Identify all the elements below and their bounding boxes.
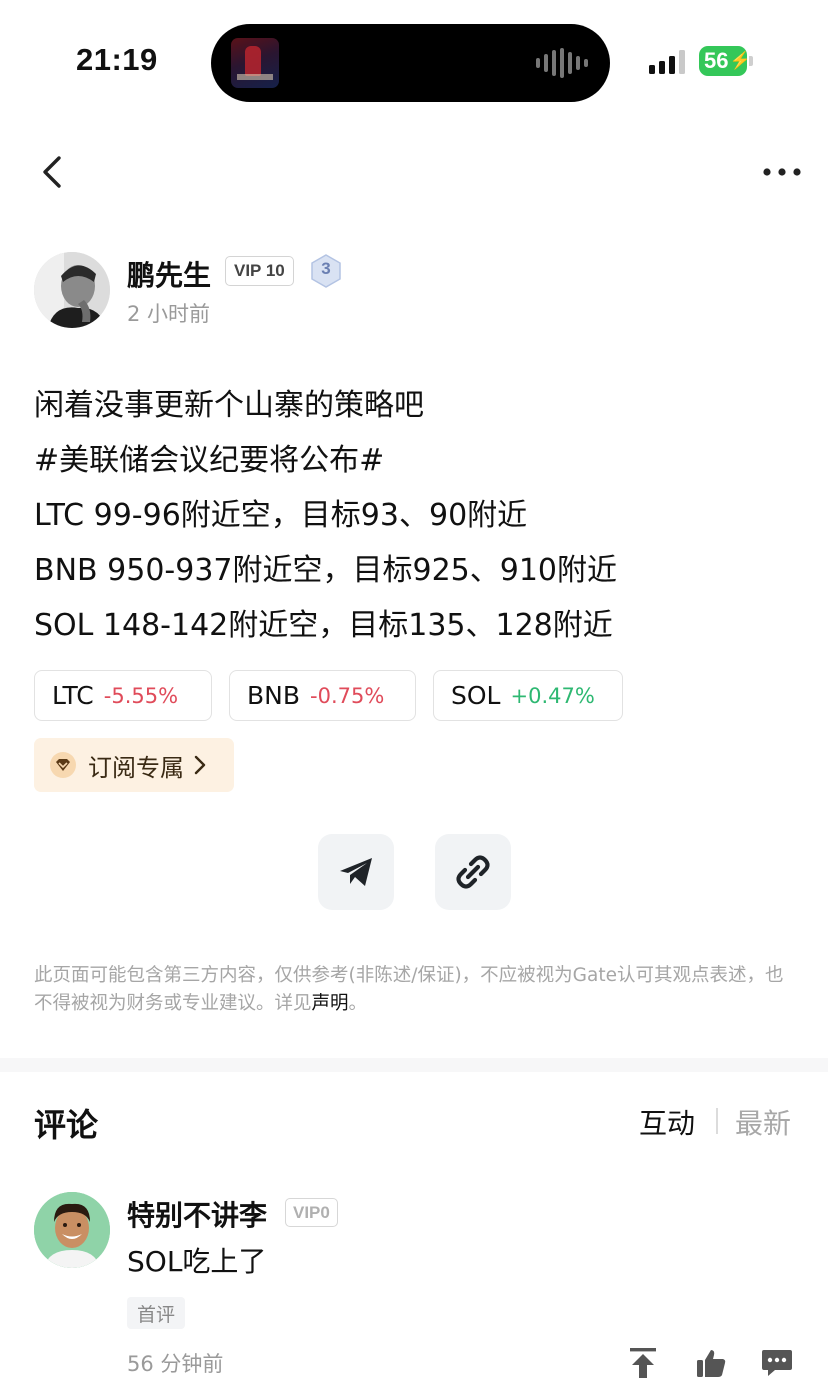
more-button[interactable] xyxy=(760,158,804,186)
share-telegram-button[interactable] xyxy=(318,834,394,910)
sort-divider xyxy=(716,1108,718,1134)
thumbs-up-icon xyxy=(697,1350,726,1377)
subscribe-label: 订阅专属 xyxy=(88,753,184,782)
post-time: 2 小时前 xyxy=(127,302,211,326)
coin-tag-ltc[interactable]: LTC -5.55% xyxy=(34,670,212,721)
comments-title: 评论 xyxy=(34,1106,99,1144)
author-name[interactable]: 鹏先生 xyxy=(127,254,211,294)
audio-waveform-icon xyxy=(536,48,588,78)
post-text-line: LTC 99-96附近空，目标93、90附近 xyxy=(34,498,528,533)
author-avatar[interactable] xyxy=(34,252,110,328)
coin-tag-bnb[interactable]: BNB -0.75% xyxy=(229,670,416,721)
first-comment-badge: 首评 xyxy=(127,1297,186,1329)
post-text-line: 闲着没事更新个山寨的策略吧 xyxy=(34,388,424,423)
coin-tag-sol[interactable]: SOL +0.47% xyxy=(433,670,623,721)
post-hashtag[interactable]: #美联储会议纪要将公布# xyxy=(34,435,384,479)
now-playing-artwork[interactable] xyxy=(231,38,279,88)
chevron-right-icon xyxy=(194,755,206,775)
battery-tip xyxy=(749,56,753,66)
send-icon xyxy=(340,858,372,886)
like-button[interactable] xyxy=(694,1346,728,1380)
dynamic-island[interactable] xyxy=(211,24,610,102)
disclaimer-text: 此页面可能包含第三方内容，仅供参考(非陈述/保证)，不应被视为Gate认可其观点… xyxy=(34,965,784,1014)
disclaimer-end: 。 xyxy=(348,993,368,1014)
coin-symbol: LTC xyxy=(52,681,94,710)
more-horizontal-icon xyxy=(763,168,801,176)
coin-symbol: SOL xyxy=(451,681,501,710)
charging-bolt-icon: ⚡ xyxy=(729,51,751,70)
coin-change: -0.75% xyxy=(310,683,385,708)
comment-icon xyxy=(762,1350,792,1376)
pin-to-top-button[interactable] xyxy=(626,1346,660,1380)
back-button[interactable] xyxy=(34,150,70,194)
reply-button[interactable] xyxy=(760,1346,794,1380)
disclaimer-link[interactable]: 声明 xyxy=(312,993,349,1014)
coin-change: +0.47% xyxy=(510,683,595,708)
arrow-up-to-line-icon xyxy=(630,1348,656,1378)
battery-level: 56 xyxy=(704,48,729,73)
vip-badge: VIP 10 xyxy=(225,256,294,286)
level-number: 3 xyxy=(321,259,331,278)
sort-latest-tab[interactable]: 最新 xyxy=(735,1102,791,1142)
coin-symbol: BNB xyxy=(247,681,301,710)
sort-interaction-tab[interactable]: 互动 xyxy=(639,1102,695,1142)
battery-icon: 56 ⚡ xyxy=(699,46,751,76)
post-text-line: SOL 148-142附近空，目标135、128附近 xyxy=(34,608,613,643)
comment-text: SOL吃上了 xyxy=(127,1245,267,1278)
vip-badge: VIP0 xyxy=(285,1198,338,1227)
copy-link-button[interactable] xyxy=(435,834,511,910)
cellular-signal-icon xyxy=(649,48,685,74)
commenter-avatar[interactable] xyxy=(34,1192,110,1268)
post-text-line: BNB 950-937附近空，目标925、910附近 xyxy=(34,553,618,588)
subscribe-exclusive-button[interactable]: 订阅专属 xyxy=(34,738,234,792)
commenter-name[interactable]: 特别不讲李 xyxy=(127,1194,267,1234)
comment-time: 56 分钟前 xyxy=(127,1352,224,1376)
coin-change: -5.55% xyxy=(103,683,179,708)
section-divider xyxy=(0,1058,828,1072)
chevron-left-icon xyxy=(43,156,61,188)
coin-tags: LTC -5.55% BNB -0.75% SOL +0.47% xyxy=(34,670,623,721)
status-time: 21:19 xyxy=(76,42,158,77)
disclaimer: 此页面可能包含第三方内容，仅供参考(非陈述/保证)，不应被视为Gate认可其观点… xyxy=(34,962,799,1018)
link-icon xyxy=(456,855,490,889)
level-badge: 3 xyxy=(310,254,342,288)
diamond-icon xyxy=(50,752,76,778)
